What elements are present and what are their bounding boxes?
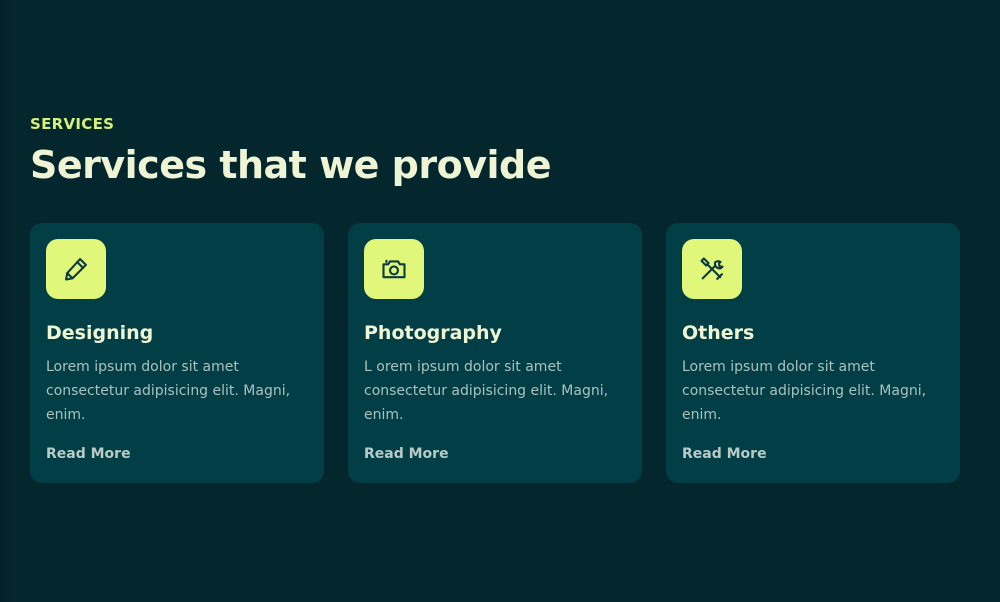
service-card-designing: Designing Lorem ipsum dolor sit amet con… <box>30 223 324 483</box>
read-more-link[interactable]: Read More <box>682 446 767 462</box>
card-description: L orem ipsum dolor sit amet consectetur … <box>364 359 609 423</box>
camera-icon <box>364 239 424 299</box>
card-description: Lorem ipsum dolor sit amet consectetur a… <box>46 359 291 423</box>
section-heading: Services that we provide <box>30 143 552 187</box>
section-eyebrow: SERVICES <box>30 115 115 133</box>
background-shade <box>0 0 14 602</box>
service-cards: Designing Lorem ipsum dolor sit amet con… <box>30 223 960 483</box>
read-more-link[interactable]: Read More <box>364 446 449 462</box>
service-card-photography: Photography L orem ipsum dolor sit amet … <box>348 223 642 483</box>
card-description: Lorem ipsum dolor sit amet consectetur a… <box>682 359 927 423</box>
card-title: Photography <box>364 322 502 344</box>
card-title: Designing <box>46 322 154 344</box>
service-card-others: Others Lorem ipsum dolor sit amet consec… <box>666 223 960 483</box>
tools-icon <box>682 239 742 299</box>
card-title: Others <box>682 322 755 344</box>
read-more-link[interactable]: Read More <box>46 446 131 462</box>
pen-icon <box>46 239 106 299</box>
